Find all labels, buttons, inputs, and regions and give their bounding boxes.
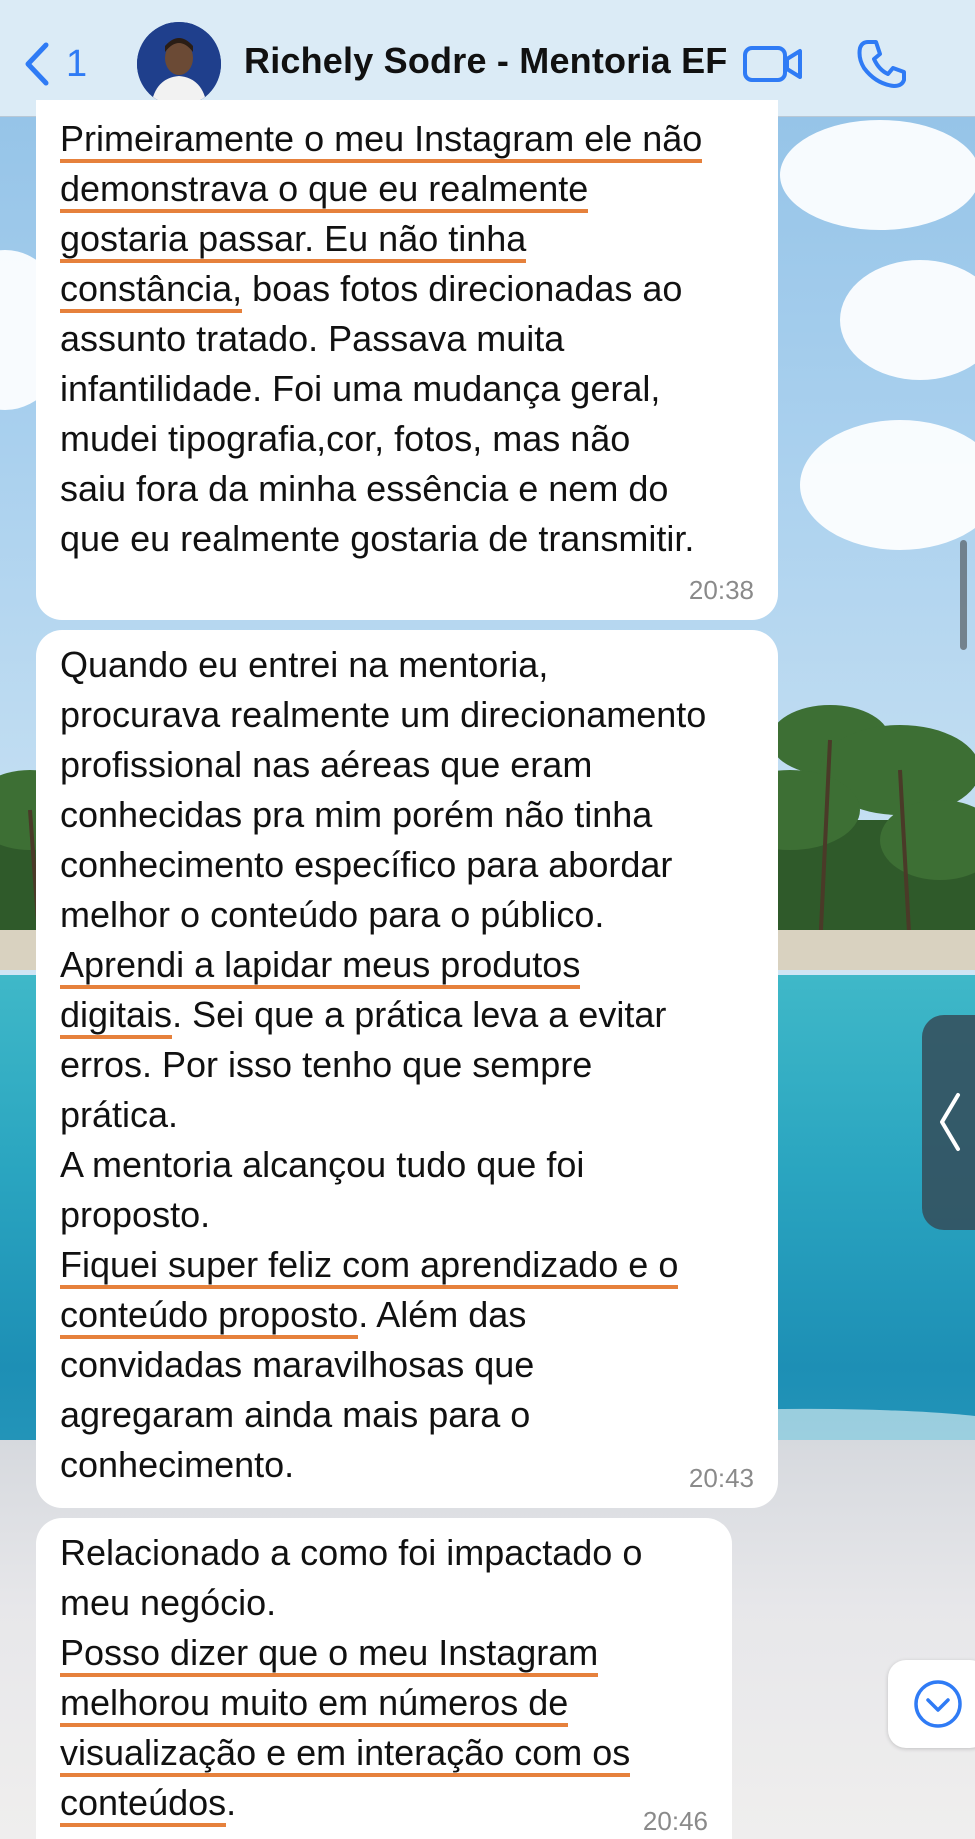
message-line: prática.: [60, 1090, 754, 1140]
chevron-left-icon: [25, 42, 49, 86]
message-line: Relacionado a como foi impactado o: [60, 1528, 708, 1578]
message-line: Posso dizer que o meu Instagram: [60, 1628, 708, 1678]
text-segment: mudei tipografia,cor, fotos, mas não: [60, 418, 631, 459]
message-line: saiu fora da minha essência e nem do: [60, 464, 754, 514]
message-line: conhecimento específico para abordar: [60, 840, 754, 890]
highlighted-text: Fiquei super feliz com aprendizado e o: [60, 1244, 679, 1289]
avatar[interactable]: [137, 22, 221, 106]
message-line: conteúdo proposto. Além das: [60, 1290, 754, 1340]
text-segment: . Sei que a prática leva a evitar: [172, 994, 667, 1035]
message-line: que eu realmente gostaria de transmitir.: [60, 514, 754, 564]
message-line: A mentoria alcançou tudo que foi: [60, 1140, 754, 1190]
highlighted-text: Primeiramente o meu Instagram ele não: [60, 118, 703, 163]
message-timestamp: 20:43: [688, 1463, 754, 1493]
message-line: profissional nas aéreas que eram: [60, 740, 754, 790]
message-line: mudei tipografia,cor, fotos, mas não: [60, 414, 754, 464]
highlighted-text: melhorou muito em números de: [60, 1682, 569, 1727]
text-segment: procurava realmente um direcionamento: [60, 694, 707, 735]
video-camera-icon: [743, 46, 802, 82]
text-segment: melhor o conteúdo para o público.: [60, 894, 605, 935]
message-line: erros. Por isso tenho que sempre: [60, 1040, 754, 1090]
text-segment: . Além das: [358, 1294, 527, 1335]
highlighted-text: gostaria passar. Eu não tinha: [60, 218, 527, 263]
text-segment: conhecidas pra mim porém não tinha: [60, 794, 653, 835]
text-segment: Relacionado a como foi impactado o: [60, 1532, 643, 1573]
text-segment: assunto tratado. Passava muita: [60, 318, 565, 359]
highlighted-text: constância,: [60, 268, 243, 313]
wallpaper-cloud: [780, 120, 975, 230]
message-line: melhorou muito em números de: [60, 1678, 708, 1728]
message-line: Fiquei super feliz com aprendizado e o: [60, 1240, 754, 1290]
chevron-down-circle-icon: [914, 1680, 962, 1728]
message-line: assunto tratado. Passava muita: [60, 314, 754, 364]
message-line: demonstrava o que eu realmente: [60, 164, 754, 214]
message-line: meu negócio.: [60, 1578, 708, 1628]
message-line: conteúdos.: [60, 1778, 708, 1828]
side-panel-handle[interactable]: [922, 1015, 975, 1230]
scrollbar[interactable]: [960, 540, 967, 650]
text-segment: saiu fora da minha essência e nem do: [60, 468, 669, 509]
message-bubble[interactable]: Primeiramente o meu Instagram ele não dem…: [36, 100, 778, 620]
text-segment: conhecimento.: [60, 1444, 295, 1485]
highlighted-text: Posso dizer que o meu Instagram: [60, 1632, 599, 1677]
phone-icon: [857, 40, 906, 88]
text-segment: Quando eu entrei na mentoria,: [60, 644, 549, 685]
message-line: Primeiramente o meu Instagram ele não: [60, 114, 754, 164]
text-segment: meu negócio.: [60, 1582, 277, 1623]
message-line: gostaria passar. Eu não tinha: [60, 214, 754, 264]
message-line: Aprendi a lapidar meus produtos: [60, 940, 754, 990]
highlighted-text: visualização e em interação com os: [60, 1732, 631, 1777]
text-segment: conhecimento específico para abordar: [60, 844, 673, 885]
highlighted-text: conteúdos: [60, 1782, 227, 1827]
message-line: visualização e em interação com os: [60, 1728, 708, 1778]
text-segment: infantilidade. Foi uma mudança geral,: [60, 368, 661, 409]
contact-name[interactable]: Richely Sodre - Mentoria EF: [244, 40, 728, 82]
text-segment: boas fotos direcionadas ao: [242, 268, 683, 309]
highlighted-text: demonstrava o que eu realmente: [60, 168, 589, 213]
message-line: procurava realmente um direcionamento: [60, 690, 754, 740]
scroll-to-bottom-button[interactable]: [888, 1660, 975, 1748]
message-timestamp: 20:46: [642, 1806, 708, 1836]
message-line: conhecidas pra mim porém não tinha: [60, 790, 754, 840]
message-bubble[interactable]: Quando eu entrei na mentoria, procurava r…: [36, 630, 778, 1508]
avatar-person-icon: [137, 22, 221, 106]
message-bubble[interactable]: Relacionado a como foi impactado o meu ne…: [36, 1518, 732, 1839]
message-text: Quando eu entrei na mentoria, procurava r…: [60, 640, 754, 1490]
message-line: Quando eu entrei na mentoria,: [60, 640, 754, 690]
unread-count: 1: [66, 42, 88, 85]
text-segment: convidadas maravilhosas que: [60, 1344, 535, 1385]
text-segment: agregaram ainda mais para o: [60, 1394, 531, 1435]
message-line: digitais. Sei que a prática leva a evita…: [60, 990, 754, 1040]
message-line: melhor o conteúdo para o público.: [60, 890, 754, 940]
message-line: agregaram ainda mais para o: [60, 1390, 754, 1440]
highlighted-text: conteúdo proposto: [60, 1294, 359, 1339]
text-segment: proposto.: [60, 1194, 211, 1235]
message-line: infantilidade. Foi uma mudança geral,: [60, 364, 754, 414]
message-line: conhecimento.: [60, 1440, 754, 1490]
text-segment: profissional nas aéreas que eram: [60, 744, 593, 785]
message-line: convidadas maravilhosas que: [60, 1340, 754, 1390]
video-call-button[interactable]: [742, 42, 804, 86]
text-segment: que eu realmente gostaria de transmitir.: [60, 518, 695, 559]
chevron-left-handle-icon: [940, 1093, 960, 1151]
text-segment: prática.: [60, 1094, 179, 1135]
text-segment: .: [226, 1782, 237, 1823]
message-text: Relacionado a como foi impactado o meu ne…: [60, 1528, 708, 1828]
voice-call-button[interactable]: [856, 38, 906, 90]
message-line: constância, boas fotos direcionadas ao: [60, 264, 754, 314]
message-line: proposto.: [60, 1190, 754, 1240]
back-button[interactable]: 1: [20, 36, 87, 92]
highlighted-text: Aprendi a lapidar meus produtos: [60, 944, 581, 989]
message-text: Primeiramente o meu Instagram ele não dem…: [60, 114, 754, 564]
text-segment: A mentoria alcançou tudo que foi: [60, 1144, 585, 1185]
text-segment: erros. Por isso tenho que sempre: [60, 1044, 593, 1085]
message-timestamp: 20:38: [688, 575, 754, 605]
highlighted-text: digitais: [60, 994, 173, 1039]
